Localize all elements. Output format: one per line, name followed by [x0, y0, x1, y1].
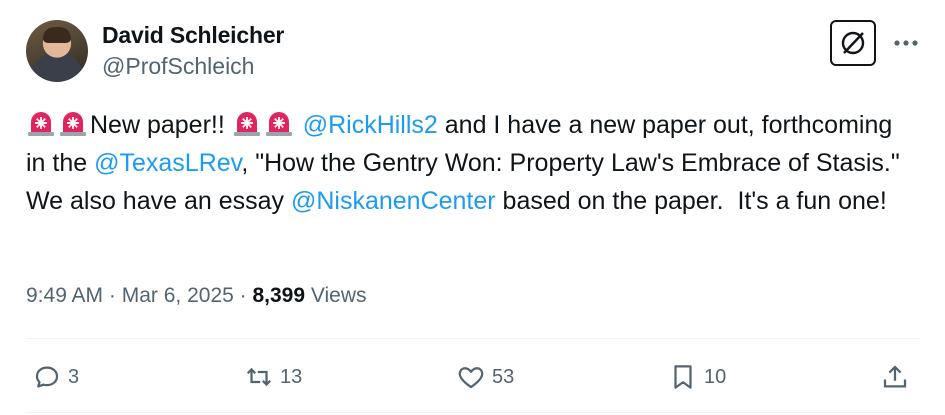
siren-emoji [28, 112, 54, 136]
more-button[interactable] [892, 30, 920, 56]
repost-icon [246, 367, 272, 387]
tweet-meta: 9:49 AM · Mar 6, 2025 · 8,399 Views [26, 284, 367, 308]
like-icon [458, 367, 484, 389]
bookmark-button[interactable]: 10 [668, 362, 726, 392]
reply-icon [35, 366, 59, 388]
tweet-text: New paper!! @RickHills2 and I have a new… [26, 106, 916, 220]
mention-link[interactable]: @NiskanenCenter [291, 187, 496, 215]
bookmark-icon [674, 365, 692, 389]
like-count: 53 [492, 365, 515, 388]
share-icon [883, 365, 907, 388]
divider [26, 338, 920, 339]
bookmark-count: 10 [704, 365, 727, 388]
divider [26, 412, 920, 413]
reply-button[interactable]: 3 [32, 362, 79, 392]
more-icon [894, 40, 918, 46]
repost-count: 13 [280, 365, 303, 388]
tweet-text-segment: based on the paper. It's a fun one! [495, 187, 887, 215]
meta-separator: · [233, 284, 253, 307]
meta-separator: · [103, 284, 122, 307]
share-button[interactable] [880, 362, 916, 392]
reply-count: 3 [68, 365, 80, 388]
avatar[interactable] [26, 20, 88, 82]
tweet-time[interactable]: 9:49 AM [26, 284, 103, 307]
views-count[interactable]: 8,399 [252, 284, 305, 307]
repost-button[interactable]: 13 [244, 362, 302, 392]
action-bar: 3 13 53 10 [26, 340, 920, 412]
mention-link[interactable]: @TexasLRev [94, 149, 241, 177]
mention-link[interactable]: @RickHills2 [303, 111, 438, 139]
siren-emoji [233, 112, 260, 136]
siren-emoji [60, 112, 86, 136]
author-handle[interactable]: @ProfSchleich [102, 53, 254, 80]
like-button[interactable]: 53 [456, 362, 514, 392]
tweet-text-segment: New paper!! [90, 111, 232, 139]
grok-icon [841, 31, 865, 55]
author-name[interactable]: David Schleicher [102, 22, 284, 49]
grok-button[interactable] [830, 20, 876, 66]
tweet-date[interactable]: Mar 6, 2025 [122, 284, 234, 307]
tweet-text-segment [296, 111, 303, 139]
views-label: Views [310, 284, 367, 307]
siren-emoji [265, 112, 292, 136]
